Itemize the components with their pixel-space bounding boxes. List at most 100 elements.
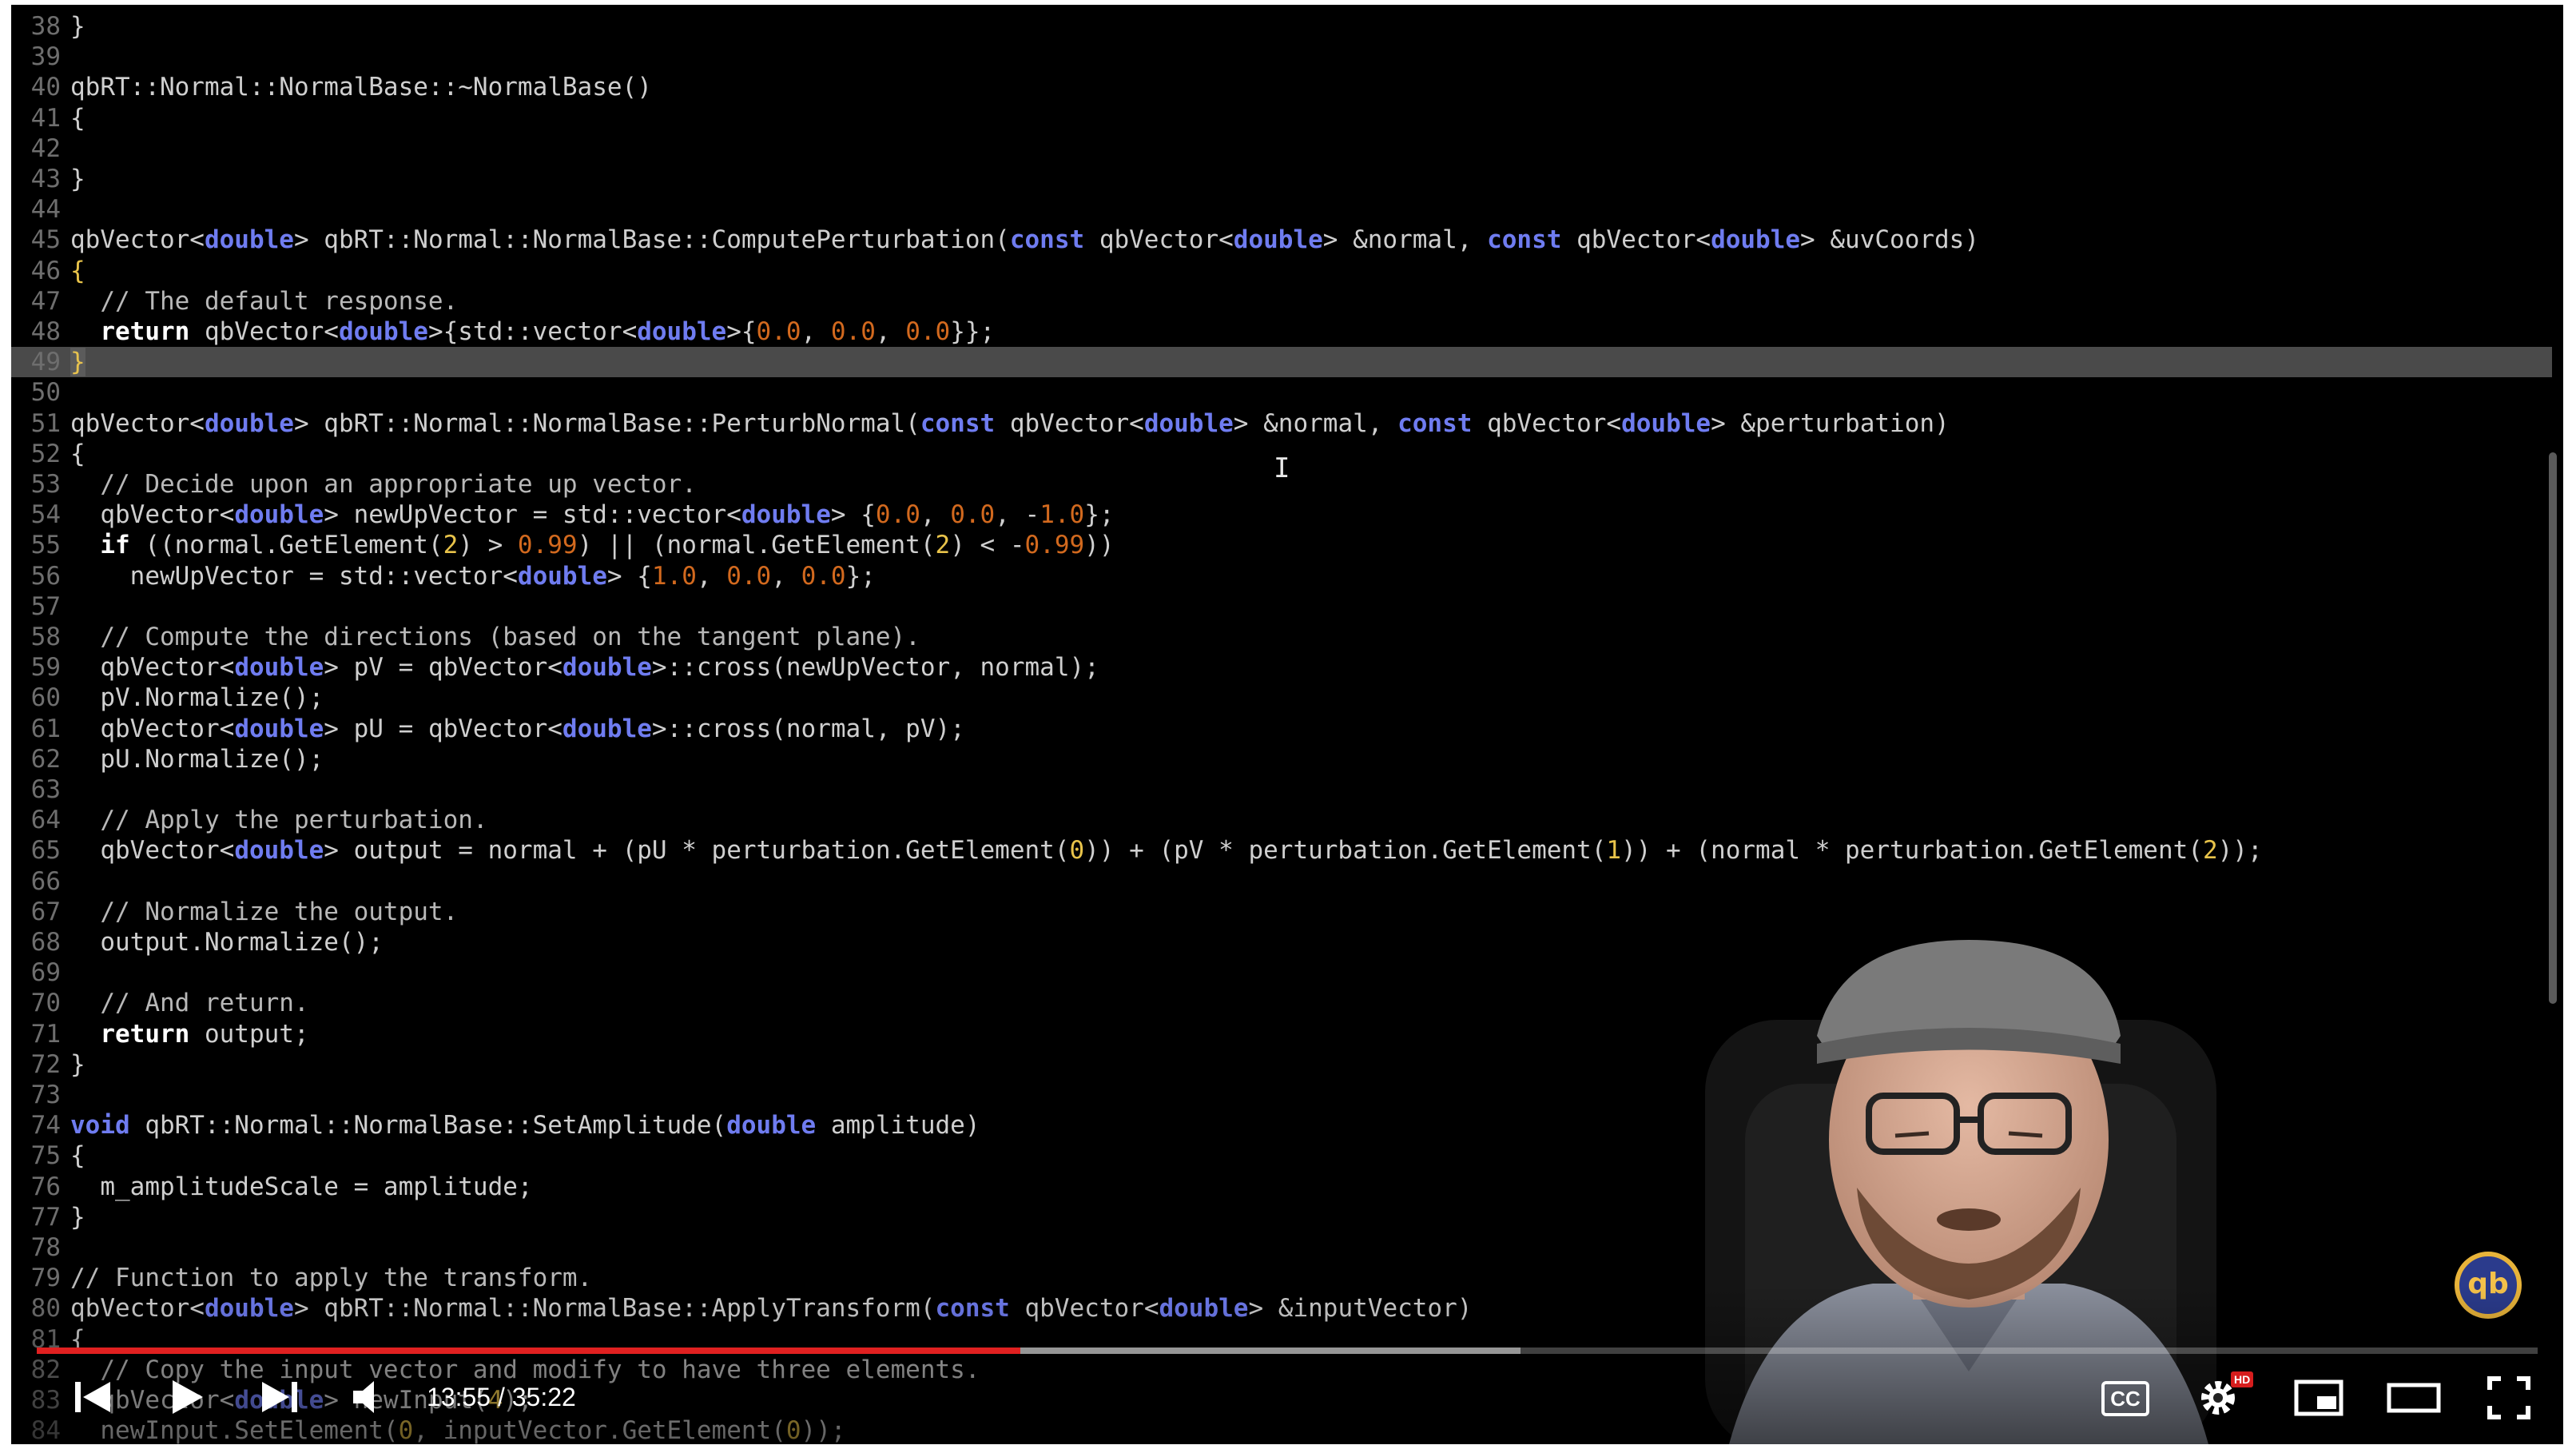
- line-number: 77: [30, 1202, 61, 1232]
- line-number: 75: [30, 1141, 61, 1171]
- code-line: 48 return qbVector<double>{std::vector<d…: [11, 316, 2552, 347]
- line-number: 59: [30, 653, 61, 683]
- line-number: 45: [30, 225, 61, 255]
- code-text: }: [70, 165, 85, 193]
- line-number: 69: [30, 958, 61, 988]
- code-text: {: [70, 1141, 85, 1171]
- line-number: 58: [30, 623, 61, 651]
- code-line: 41 {: [11, 103, 2552, 133]
- code-line: 56 newUpVector = std::vector<double> {1.…: [11, 561, 2552, 591]
- code-text: // And return.: [70, 989, 309, 1018]
- line-number: 40: [30, 73, 61, 102]
- code-text: return output;: [100, 1019, 309, 1049]
- line-number: 76: [30, 1172, 61, 1201]
- code-line: 67 // Normalize the output.: [11, 897, 2552, 927]
- code-line: 57: [11, 591, 2552, 622]
- editor-scrollbar: [2549, 452, 2557, 1004]
- cc-button[interactable]: CC: [2101, 1381, 2149, 1416]
- line-number: 70: [30, 989, 61, 1018]
- code-line: 61 qbVector<double> pU = qbVector<double…: [11, 714, 2552, 744]
- code-text: {: [70, 256, 85, 285]
- line-number: 78: [30, 1233, 61, 1262]
- code-text: void qbRT::Normal::NormalBase::SetAmplit…: [70, 1111, 980, 1140]
- play-icon[interactable]: [163, 1375, 211, 1427]
- current-time: 13:55: [427, 1383, 491, 1411]
- video-player[interactable]: 38} 39 40 qbRT::Normal::NormalBase::~Normal…: [11, 5, 2563, 1444]
- code-line: 63: [11, 774, 2552, 805]
- code-text: }: [70, 12, 85, 41]
- code-line: 58 // Compute the directions (based on t…: [11, 622, 2552, 652]
- code-line: 45 qbVector<double> qbRT::Normal::NormalB…: [11, 225, 2552, 255]
- code-text: pU.Normalize();: [70, 744, 324, 774]
- duration: 35:22: [511, 1383, 576, 1411]
- line-number: 62: [30, 744, 61, 774]
- line-number: 46: [30, 256, 61, 285]
- line-number: 60: [30, 683, 61, 713]
- line-number: 64: [30, 806, 61, 835]
- progress-played: [37, 1347, 1021, 1354]
- code-text: // Normalize the output.: [70, 897, 459, 926]
- code-text: qbVector<double> pV = qbVector<double>::…: [70, 653, 1099, 683]
- line-number: 38: [30, 12, 61, 41]
- volume-icon[interactable]: [347, 1375, 395, 1427]
- code-text: qbVector<double> newUpVector = std::vect…: [70, 500, 1115, 530]
- line-number: 43: [30, 165, 61, 193]
- line-number: 74: [30, 1111, 61, 1140]
- line-number: 68: [30, 928, 61, 957]
- code-text: }: [70, 1202, 85, 1232]
- code-line: 39: [11, 42, 2552, 72]
- line-number: 49: [30, 348, 61, 377]
- code-text: {: [70, 103, 85, 133]
- code-text: output.Normalize();: [70, 928, 384, 957]
- next-icon[interactable]: [256, 1375, 304, 1427]
- code-line: 51 qbVector<double> qbRT::Normal::NormalB…: [11, 408, 2552, 439]
- code-line: 64 // Apply the perturbation.: [11, 805, 2552, 835]
- previous-icon[interactable]: [69, 1375, 117, 1427]
- code-line: 43}: [11, 164, 2552, 194]
- code-text: qbVector<double> output = normal + (pU *…: [70, 836, 2263, 866]
- code-line: 54 qbVector<double> newUpVector = std::v…: [11, 500, 2552, 530]
- code-text: // Decide upon an appropriate up vector.: [70, 470, 697, 499]
- line-number: 42: [30, 133, 61, 163]
- code-line: 65 qbVector<double> output = normal + (p…: [11, 835, 2552, 866]
- miniplayer-icon[interactable]: [2293, 1375, 2344, 1427]
- code-text: {: [70, 439, 85, 468]
- code-text: // Compute the directions (based on the …: [70, 623, 920, 651]
- line-number: 51: [30, 408, 61, 438]
- line-number: 63: [30, 775, 61, 804]
- progress-bar[interactable]: [37, 1347, 2538, 1354]
- line-number: 56: [30, 561, 61, 591]
- code-text: pV.Normalize();: [70, 683, 324, 713]
- fullscreen-icon[interactable]: [2485, 1375, 2533, 1428]
- code-line: 40 qbRT::Normal::NormalBase::~NormalBase(…: [11, 72, 2552, 102]
- line-number: 55: [30, 531, 61, 560]
- line-number: 54: [30, 500, 61, 530]
- theater-icon[interactable]: [2386, 1375, 2442, 1427]
- line-number: 52: [30, 439, 61, 468]
- line-number: 67: [30, 897, 61, 926]
- time-display: 13:55 / 35:22: [427, 1381, 576, 1413]
- line-number: 65: [30, 836, 61, 866]
- code-line: 66: [11, 866, 2552, 897]
- code-text: qbVector<double> qbRT::Normal::NormalBas…: [70, 408, 1950, 438]
- code-text: qbVector<double> pU = qbVector<double>::…: [70, 714, 965, 743]
- code-line: 46 {: [11, 256, 2552, 286]
- line-number: 44: [30, 195, 61, 225]
- line-number: 72: [30, 1049, 61, 1079]
- line-number: 50: [30, 378, 61, 408]
- line-number: 41: [30, 103, 61, 133]
- code-text: m_amplitudeScale = amplitude;: [70, 1172, 533, 1201]
- line-number: 57: [30, 591, 61, 621]
- code-text: newUpVector = std::vector<double> {1.0, …: [70, 561, 876, 591]
- code-text: }: [70, 1049, 85, 1079]
- code-line: 62 pU.Normalize();: [11, 744, 2552, 774]
- code-text: return qbVector<double>{std::vector<doub…: [100, 317, 996, 346]
- cc-label: CC: [2110, 1387, 2141, 1411]
- line-number: 66: [30, 866, 61, 896]
- code-text: }: [70, 348, 85, 377]
- code-line: 55 if ((normal.GetElement(2) > 0.99) || …: [11, 530, 2552, 560]
- line-number: 53: [30, 470, 61, 499]
- code-text: // Apply the perturbation.: [70, 806, 488, 835]
- code-line: 47 // The default response.: [11, 286, 2552, 316]
- text-cursor-icon: I: [1274, 452, 1290, 484]
